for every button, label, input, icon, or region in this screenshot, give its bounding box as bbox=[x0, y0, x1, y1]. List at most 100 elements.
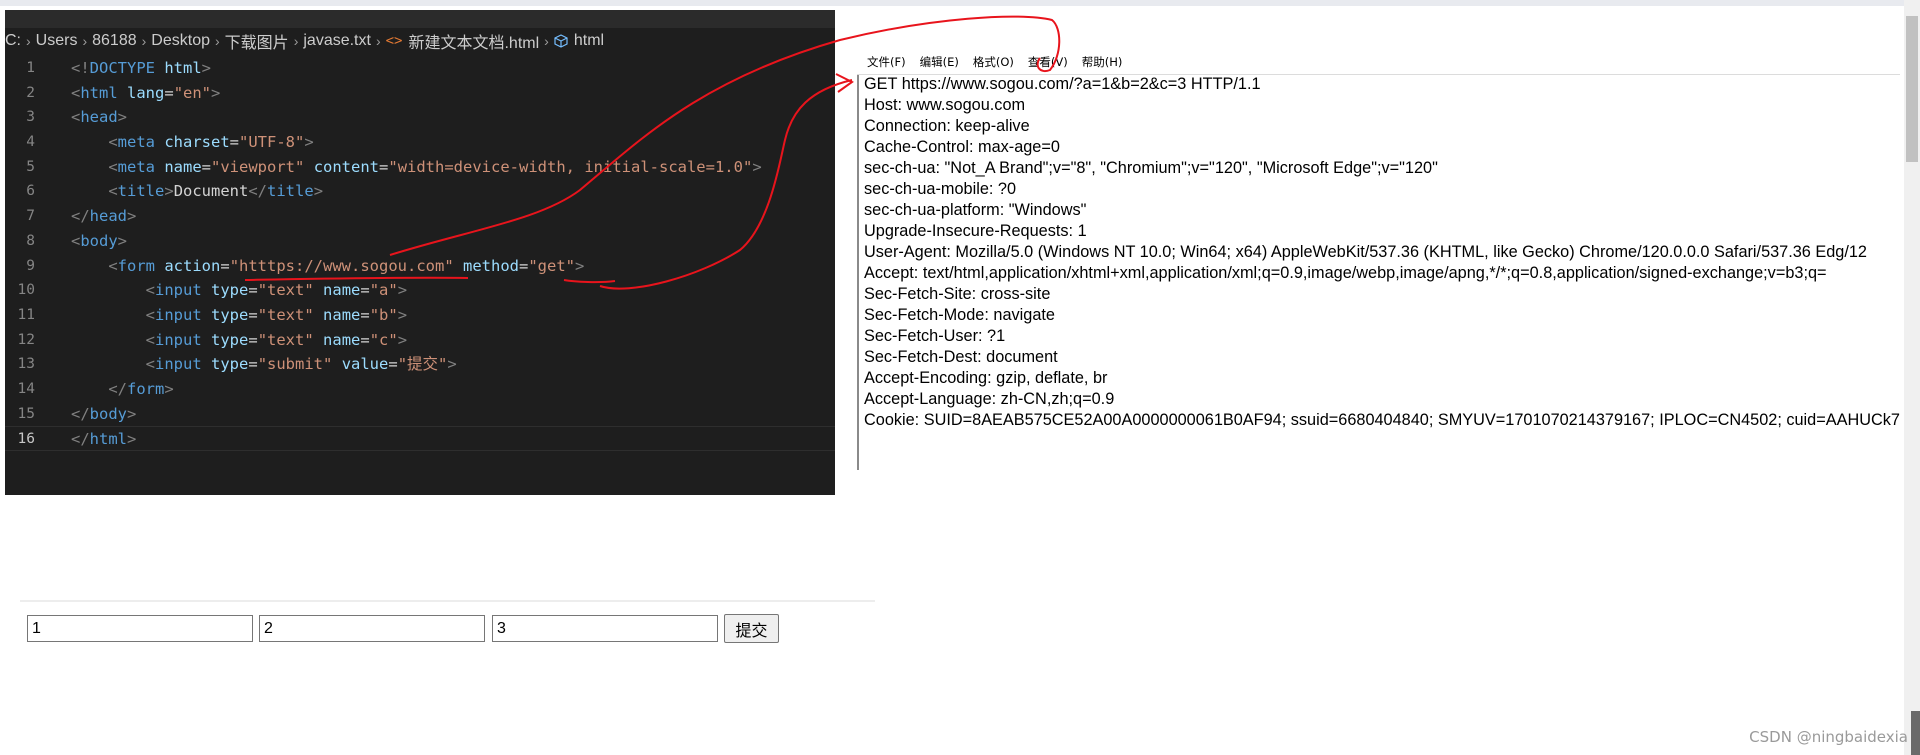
breadcrumb-item-desktop[interactable]: Desktop bbox=[151, 32, 210, 50]
line-number: 11 bbox=[17, 306, 35, 323]
code-token: < bbox=[108, 256, 118, 275]
form-divider bbox=[20, 600, 875, 602]
code-token: <! bbox=[71, 59, 90, 77]
code-token: "text" bbox=[257, 281, 314, 300]
line-number: 13 bbox=[17, 356, 35, 373]
breadcrumb-item-user[interactable]: 86188 bbox=[92, 32, 137, 50]
submit-button[interactable]: 提交 bbox=[724, 614, 779, 643]
code-token: "c" bbox=[369, 330, 398, 349]
code-token: < bbox=[71, 231, 81, 250]
code-line[interactable]: 11 <input type="text" name="b"> bbox=[5, 303, 835, 328]
code-token: DOCTYPE bbox=[89, 59, 155, 77]
code-token: </ bbox=[248, 182, 268, 201]
chevron-right-icon: › bbox=[82, 33, 88, 49]
line-content: <input type="text" name="b"> bbox=[71, 303, 407, 328]
code-token: > bbox=[127, 404, 137, 423]
chevron-right-icon: › bbox=[141, 33, 147, 49]
code-token: Document bbox=[173, 182, 249, 201]
line-content: </body> bbox=[71, 402, 136, 427]
breadcrumb-item-symbol[interactable]: html bbox=[574, 32, 604, 50]
code-token: > bbox=[397, 305, 408, 324]
code-token: charset bbox=[164, 133, 230, 152]
code-line[interactable]: 13 <input type="submit" value="提交"> bbox=[5, 352, 835, 377]
scrollbar-thumb[interactable] bbox=[1906, 16, 1918, 162]
code-token: > bbox=[117, 108, 128, 127]
line-number: 8 bbox=[26, 232, 35, 249]
code-token: </ bbox=[71, 404, 90, 423]
code-token: > bbox=[117, 231, 128, 250]
code-token: "b" bbox=[369, 305, 398, 324]
line-content: </html> bbox=[71, 427, 136, 452]
menu-item[interactable]: 格式(O) bbox=[973, 54, 1014, 72]
input-a[interactable] bbox=[27, 615, 253, 642]
request-line: Sec-Fetch-Dest: document bbox=[864, 348, 1058, 366]
html-file-icon: <> bbox=[385, 33, 403, 49]
code-editor[interactable]: C: › Users › 86188 › Desktop › 下载图片 › ja… bbox=[5, 10, 835, 495]
code-token: > bbox=[304, 133, 314, 152]
code-line[interactable]: 8 <body> bbox=[5, 229, 835, 254]
notepad-text-area[interactable]: GET https://www.sogou.com/?a=1&b=2&c=3 H… bbox=[864, 74, 1900, 470]
line-content: <input type="text" name="c"> bbox=[71, 328, 407, 353]
breadcrumb-item-file[interactable]: 新建文本文档.html bbox=[408, 29, 539, 53]
menu-item[interactable]: 文件(F) bbox=[867, 54, 906, 72]
code-token: body bbox=[89, 404, 127, 423]
breadcrumb-item-drive[interactable]: C: bbox=[5, 32, 21, 50]
menu-item[interactable]: 编辑(E) bbox=[920, 54, 959, 72]
line-number: 5 bbox=[26, 158, 35, 175]
code-line[interactable]: 15 </body> bbox=[5, 402, 835, 427]
code-token: name bbox=[323, 330, 361, 349]
code-token: = bbox=[220, 256, 230, 275]
code-line[interactable]: 5 <meta name="viewport" content="width=d… bbox=[5, 155, 835, 180]
breadcrumb-item-txt[interactable]: javase.txt bbox=[303, 32, 371, 50]
notepad-menubar: 文件(F) 编辑(E) 格式(O) 查看(V) 帮助(H) bbox=[867, 54, 1122, 72]
vertical-scrollbar[interactable] bbox=[1904, 0, 1920, 755]
input-b[interactable] bbox=[259, 615, 485, 642]
menu-item[interactable]: 帮助(H) bbox=[1082, 54, 1123, 72]
editor-titlebar bbox=[5, 10, 835, 28]
code-token: < bbox=[108, 182, 118, 201]
code-line[interactable]: 7 </head> bbox=[5, 204, 835, 229]
line-content: <head> bbox=[71, 105, 127, 130]
code-token: = bbox=[248, 330, 258, 349]
code-token: > bbox=[164, 379, 174, 398]
code-token: > bbox=[752, 157, 762, 176]
code-line[interactable]: 12 <input type="text" name="c"> bbox=[5, 328, 835, 353]
breadcrumb-item-folder[interactable]: 下载图片 bbox=[225, 29, 289, 53]
input-c[interactable] bbox=[492, 615, 718, 642]
code-token: < bbox=[71, 83, 81, 102]
request-line: User-Agent: Mozilla/5.0 (Windows NT 10.0… bbox=[864, 243, 1867, 261]
code-line[interactable]: 6 <title>Document</title> bbox=[5, 179, 835, 204]
code-line[interactable]: 10 <input type="text" name="a"> bbox=[5, 278, 835, 303]
code-token: "en" bbox=[173, 83, 212, 102]
request-line: GET https://www.sogou.com/?a=1&b=2&c=3 H… bbox=[864, 75, 1261, 93]
code-token: form bbox=[127, 379, 165, 398]
code-line[interactable]: 16 </html> bbox=[5, 426, 835, 451]
code-token: lang bbox=[127, 83, 165, 102]
line-number: 1 bbox=[26, 60, 35, 76]
code-line[interactable]: 9 <form action="htttps://www.sogou.com" … bbox=[5, 254, 835, 279]
code-line[interactable]: 3 <head> bbox=[5, 105, 835, 130]
code-token: title bbox=[267, 182, 314, 201]
code-token: type bbox=[211, 330, 249, 349]
code-token: input bbox=[155, 305, 202, 324]
code-token: type bbox=[211, 281, 249, 300]
breadcrumb-item-users[interactable]: Users bbox=[36, 32, 78, 50]
code-token: = bbox=[360, 330, 370, 349]
request-line: Cache-Control: max-age=0 bbox=[864, 138, 1060, 156]
code-line[interactable]: 14 </form> bbox=[5, 377, 835, 402]
code-line[interactable]: 1 <!DOCTYPE html> bbox=[5, 56, 835, 81]
chevron-right-icon: › bbox=[544, 33, 549, 49]
code-token: "htttps://www.sogou.com" bbox=[229, 256, 454, 275]
request-line: sec-ch-ua-platform: "Windows" bbox=[864, 201, 1087, 219]
code-line[interactable]: 2 <html lang="en"> bbox=[5, 81, 835, 106]
code-token: action bbox=[164, 256, 221, 275]
menu-item[interactable]: 查看(V) bbox=[1028, 54, 1068, 72]
code-area[interactable]: 1 <!DOCTYPE html> 2 <html lang="en"> 3 <head>… bbox=[5, 56, 835, 451]
code-token: = bbox=[360, 281, 370, 300]
line-content: <input type="submit" value="提交"> bbox=[71, 352, 457, 377]
code-line[interactable]: 4 <meta charset="UTF-8"> bbox=[5, 130, 835, 155]
